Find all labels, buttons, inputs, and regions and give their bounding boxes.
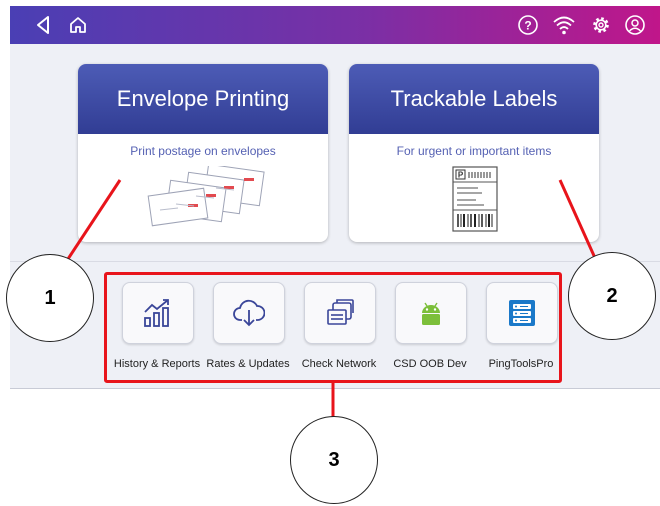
callout-3: 3 [290, 416, 378, 504]
apps-highlight-box [104, 272, 562, 383]
callout-2: 2 [568, 252, 656, 340]
callout-1: 1 [6, 254, 94, 342]
